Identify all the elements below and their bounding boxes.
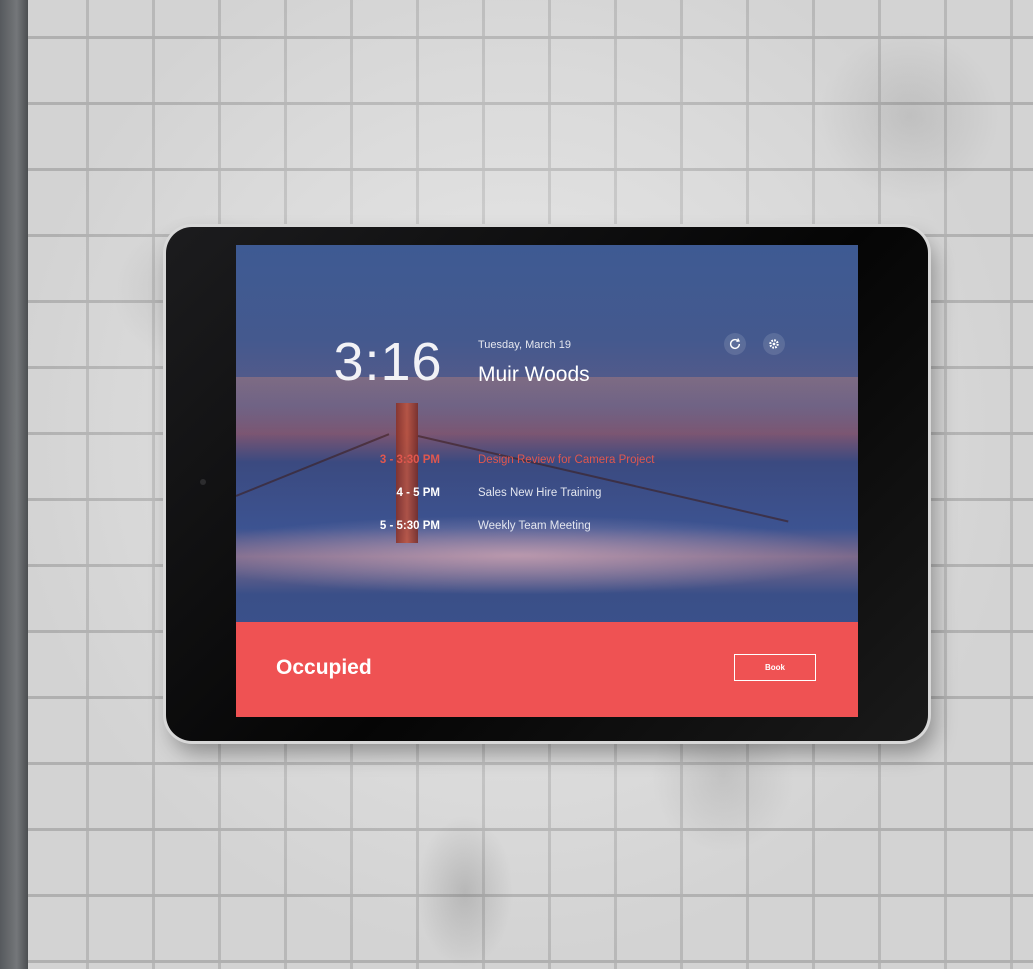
schedule-item-title: Weekly Team Meeting — [478, 520, 591, 532]
room-name: Muir Woods — [478, 363, 590, 386]
clock-display: 3:16 — [333, 332, 443, 392]
schedule-item[interactable]: 5 - 5:30 PM Weekly Team Meeting — [236, 520, 858, 540]
schedule-item-title: Design Review for Camera Project — [478, 454, 655, 466]
book-button[interactable]: Book — [734, 654, 816, 681]
schedule-item-time: 3 - 3:30 PM — [379, 454, 440, 466]
date-display: Tuesday, March 19 — [478, 339, 571, 351]
schedule-item-title: Sales New Hire Training — [478, 487, 602, 499]
gear-icon — [769, 339, 779, 349]
wall-pole — [0, 0, 28, 969]
tablet-camera — [200, 479, 206, 485]
refresh-icon — [729, 338, 741, 350]
schedule-item-time: 4 - 5 PM — [396, 487, 440, 499]
room-display-screen: 3:16 Tuesday, March 19 Muir Woods 3 - 3:… — [236, 245, 858, 717]
refresh-button[interactable] — [724, 333, 746, 355]
status-bar: Occupied Book — [236, 622, 858, 717]
tablet-device: 3:16 Tuesday, March 19 Muir Woods 3 - 3:… — [166, 227, 928, 741]
schedule-item[interactable]: 3 - 3:30 PM Design Review for Camera Pro… — [236, 454, 858, 474]
status-label: Occupied — [276, 656, 372, 679]
background-bridge-cable — [417, 435, 789, 523]
settings-button[interactable] — [763, 333, 785, 355]
schedule-item-time: 5 - 5:30 PM — [379, 520, 440, 532]
schedule-item[interactable]: 4 - 5 PM Sales New Hire Training — [236, 487, 858, 507]
